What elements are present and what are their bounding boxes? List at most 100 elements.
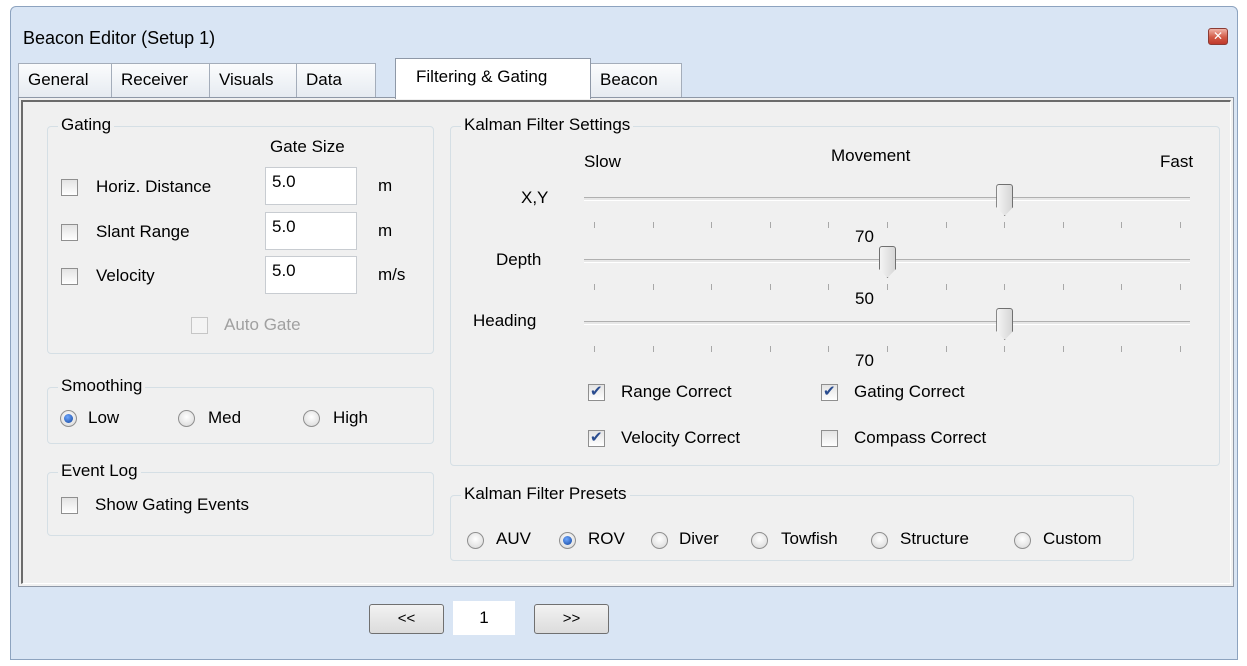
slider-tick xyxy=(1063,222,1064,228)
smoothing-title: Smoothing xyxy=(58,376,146,396)
slider-tick xyxy=(594,346,595,352)
tab-general[interactable]: General xyxy=(18,63,112,97)
preset-structure-label: Structure xyxy=(900,529,969,548)
slider-tick xyxy=(946,346,947,352)
close-icon[interactable]: ✕ xyxy=(1208,28,1228,45)
fast-label: Fast xyxy=(1160,152,1194,171)
slider-heading-label: Heading xyxy=(473,311,537,330)
velocity-input[interactable]: 5.0 xyxy=(265,256,357,294)
next-page-button[interactable]: >> xyxy=(534,604,609,634)
horiz-distance-unit: m xyxy=(378,176,393,195)
slider-tick xyxy=(653,222,654,228)
slider-tick xyxy=(887,222,888,228)
slider-depth-thumb[interactable] xyxy=(879,246,896,278)
event-log-title: Event Log xyxy=(58,461,141,481)
horiz-distance-label: Horiz. Distance xyxy=(96,177,212,196)
slider-tick xyxy=(828,346,829,352)
velocity-checkbox[interactable] xyxy=(61,268,78,285)
slider-tick xyxy=(770,222,771,228)
gating-group: Gating Gate Size Horiz. Distance 5.0 m S… xyxy=(47,115,434,354)
slider-tick xyxy=(711,222,712,228)
auto-gate-label: Auto Gate xyxy=(224,315,301,334)
slider-tick xyxy=(1121,222,1122,228)
show-gating-events-label: Show Gating Events xyxy=(95,495,250,514)
beacon-editor-window: Beacon Editor (Setup 1) ✕ General Receiv… xyxy=(10,6,1238,660)
slant-range-input[interactable]: 5.0 xyxy=(265,212,357,250)
preset-towfish-label: Towfish xyxy=(781,529,838,548)
compass-correct-label: Compass Correct xyxy=(854,428,987,447)
slow-label: Slow xyxy=(584,152,621,171)
slider-xy-track[interactable] xyxy=(584,197,1190,201)
slider-tick xyxy=(1004,346,1005,352)
gating-correct-label: Gating Correct xyxy=(854,382,965,401)
slider-tick xyxy=(887,284,888,290)
slider-tick xyxy=(1180,284,1181,290)
title-bar: Beacon Editor (Setup 1) ✕ xyxy=(11,7,1237,55)
tab-data[interactable]: Data xyxy=(296,63,376,97)
smoothing-med-label: Med xyxy=(208,408,242,427)
kalman-presets-group: Kalman Filter Presets AUV ROV Diver Towf… xyxy=(450,484,1134,561)
velocity-label: Velocity xyxy=(96,266,155,285)
slider-tick xyxy=(946,284,947,290)
gate-size-header: Gate Size xyxy=(270,137,345,156)
gating-correct-checkbox[interactable] xyxy=(821,382,838,401)
movement-label: Movement xyxy=(831,146,911,165)
tab-strip: General Receiver Visuals Data Filtering … xyxy=(18,58,718,99)
prev-page-button[interactable]: << xyxy=(369,604,444,634)
tab-receiver[interactable]: Receiver xyxy=(111,63,210,97)
preset-custom-radio[interactable] xyxy=(1014,532,1031,549)
velocity-unit: m/s xyxy=(378,265,406,284)
slider-tick xyxy=(1180,222,1181,228)
smoothing-high-radio[interactable] xyxy=(303,410,320,427)
slider-xy-thumb[interactable] xyxy=(996,184,1014,216)
slider-tick xyxy=(828,284,829,290)
preset-rov-radio[interactable] xyxy=(559,532,576,549)
slider-tick xyxy=(1063,346,1064,352)
range-correct-label: Range Correct xyxy=(621,382,732,401)
slider-heading-track[interactable] xyxy=(584,321,1190,325)
preset-towfish-radio[interactable] xyxy=(751,532,768,549)
slider-tick xyxy=(887,346,888,352)
preset-diver-label: Diver xyxy=(679,529,719,548)
preset-diver-radio[interactable] xyxy=(651,532,668,549)
slider-depth-label: Depth xyxy=(496,250,542,269)
slider-tick xyxy=(770,346,771,352)
tab-visuals[interactable]: Visuals xyxy=(209,63,297,97)
preset-structure-radio[interactable] xyxy=(871,532,888,549)
slider-heading-thumb[interactable] xyxy=(996,308,1014,340)
slider-tick xyxy=(1004,284,1005,290)
show-gating-events-checkbox[interactable] xyxy=(61,497,78,514)
smoothing-low-radio[interactable] xyxy=(60,410,77,427)
slider-tick xyxy=(1004,222,1005,228)
slider-depth-value: 50 xyxy=(855,289,874,308)
horiz-distance-input[interactable]: 5.0 xyxy=(265,167,357,205)
range-correct-checkbox[interactable] xyxy=(588,382,605,401)
preset-auv-label: AUV xyxy=(496,529,531,548)
smoothing-med-radio[interactable] xyxy=(178,410,195,427)
preset-rov-label: ROV xyxy=(588,529,625,548)
slant-range-label: Slant Range xyxy=(96,222,190,241)
preset-auv-radio[interactable] xyxy=(467,532,484,549)
slider-tick xyxy=(946,222,947,228)
tab-filtering-gating[interactable]: Filtering & Gating xyxy=(395,58,591,99)
smoothing-low-label: Low xyxy=(88,408,120,427)
velocity-correct-checkbox[interactable] xyxy=(588,428,605,447)
slider-tick xyxy=(711,346,712,352)
slider-tick xyxy=(711,284,712,290)
auto-gate-checkbox[interactable] xyxy=(191,317,208,334)
velocity-correct-label: Velocity Correct xyxy=(621,428,741,447)
tab-panel: Gating Gate Size Horiz. Distance 5.0 m S… xyxy=(18,97,1234,587)
slant-range-checkbox[interactable] xyxy=(61,224,78,241)
tab-beacon[interactable]: Beacon xyxy=(590,63,682,97)
horiz-distance-checkbox[interactable] xyxy=(61,179,78,196)
kalman-settings-title: Kalman Filter Settings xyxy=(461,115,634,135)
compass-correct-checkbox[interactable] xyxy=(821,430,838,447)
slider-tick xyxy=(653,284,654,290)
slider-tick xyxy=(594,284,595,290)
event-log-group: Event Log Show Gating Events xyxy=(47,461,434,536)
slider-tick xyxy=(1063,284,1064,290)
preset-custom-label: Custom xyxy=(1043,529,1102,548)
slider-tick xyxy=(594,222,595,228)
slider-tick xyxy=(1121,284,1122,290)
panel-body: Gating Gate Size Horiz. Distance 5.0 m S… xyxy=(21,100,1231,584)
